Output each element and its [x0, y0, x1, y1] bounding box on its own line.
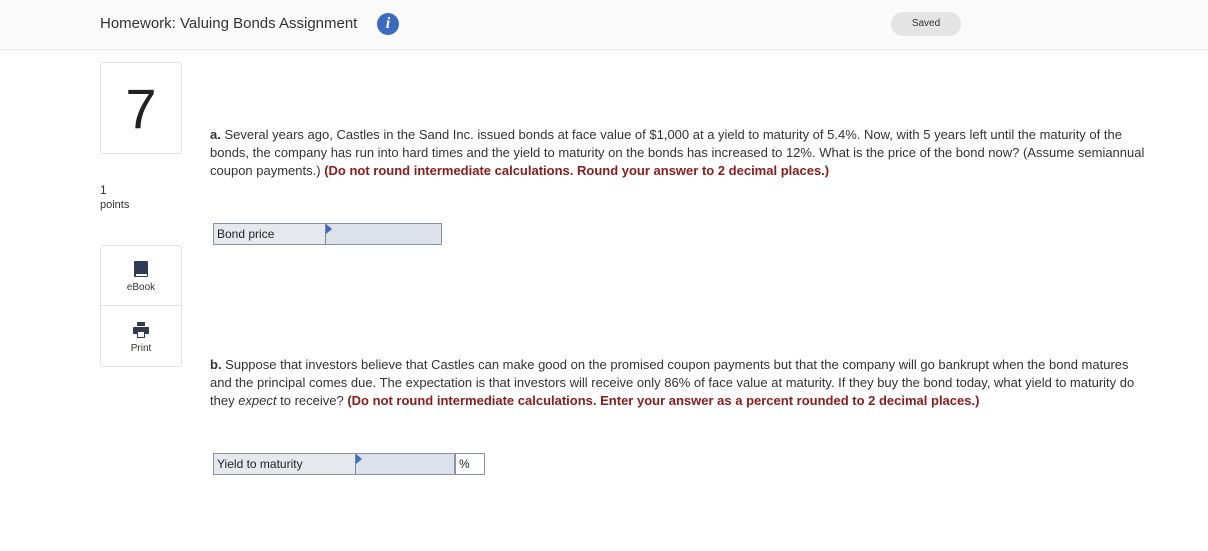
- info-icon[interactable]: i: [377, 13, 399, 35]
- print-label: Print: [130, 343, 152, 354]
- bond-price-answer-row: Bond price: [213, 223, 442, 245]
- tools-panel: eBook Print: [100, 245, 182, 367]
- part-b-letter: b.: [210, 357, 222, 372]
- book-icon: [134, 261, 148, 277]
- yield-label: Yield to maturity: [214, 454, 356, 474]
- print-button[interactable]: Print: [101, 307, 181, 367]
- question-number: 7: [100, 62, 182, 154]
- part-a-letter: a.: [210, 127, 221, 142]
- part-b-instruction: (Do not round intermediate calculations.…: [347, 393, 980, 408]
- yield-input[interactable]: [356, 454, 454, 474]
- percent-unit: %: [455, 453, 485, 475]
- assignment-title: Homework: Valuing Bonds Assignment: [100, 15, 358, 32]
- part-b-emphasis: expect: [238, 393, 277, 408]
- header-bar: Homework: Valuing Bonds Assignment i Sav…: [0, 0, 1208, 50]
- answer-flag-icon: [356, 454, 362, 464]
- points-value: 1: [100, 183, 107, 197]
- ebook-button[interactable]: eBook: [101, 246, 181, 306]
- saved-status-badge: Saved: [891, 12, 961, 36]
- printer-icon: [133, 322, 149, 338]
- ebook-label: eBook: [126, 282, 156, 293]
- answer-flag-icon: [326, 224, 332, 234]
- bond-price-label: Bond price: [214, 224, 326, 244]
- bond-price-input[interactable]: [326, 224, 441, 244]
- part-b-text-end: to receive?: [276, 393, 348, 408]
- question-part-b: b. Suppose that investors believe that C…: [210, 356, 1150, 410]
- question-part-a: a. Several years ago, Castles in the San…: [210, 126, 1150, 180]
- points-label: points: [100, 199, 130, 211]
- yield-answer-row: Yield to maturity %: [213, 453, 485, 475]
- part-a-instruction: (Do not round intermediate calculations.…: [324, 163, 830, 178]
